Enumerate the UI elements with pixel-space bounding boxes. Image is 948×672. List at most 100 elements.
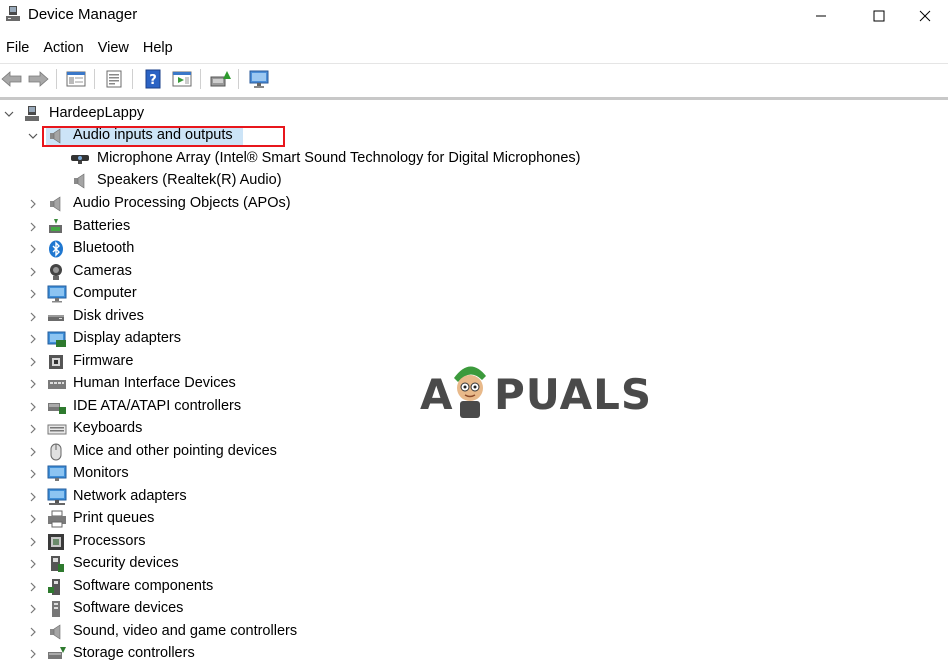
menu-bar: File Action View Help: [0, 37, 181, 61]
ide-controller-icon: [47, 398, 66, 416]
title-bar: Device Manager: [0, 0, 948, 32]
category-label: Human Interface Devices: [73, 375, 236, 391]
category-label: Computer: [73, 285, 137, 301]
tree-category[interactable]: Processors: [0, 531, 948, 553]
chevron-down-icon[interactable]: [3, 107, 15, 121]
chevron-right-icon[interactable]: [27, 377, 39, 391]
chevron-right-icon[interactable]: [27, 220, 39, 234]
tree-root[interactable]: HardeepLappy: [0, 103, 948, 125]
tree-category[interactable]: Cameras: [0, 261, 948, 283]
properties-icon[interactable]: [102, 68, 126, 90]
security-device-icon: [47, 555, 65, 573]
chevron-right-icon[interactable]: [27, 242, 39, 256]
tree-category[interactable]: Print queues: [0, 508, 948, 530]
show-hide-console-tree-icon[interactable]: [64, 68, 88, 90]
sound-controller-icon: [47, 623, 65, 641]
help-icon[interactable]: ?: [141, 68, 165, 90]
category-label: IDE ATA/ATAPI controllers: [73, 397, 242, 414]
chevron-right-icon[interactable]: [27, 355, 39, 369]
tree-category[interactable]: Disk drives: [0, 306, 948, 328]
tree-category[interactable]: Mice and other pointing devices: [0, 441, 948, 463]
tree-category[interactable]: Display adapters: [0, 328, 948, 350]
tree-category[interactable]: Storage controllers: [0, 643, 948, 665]
toolbar-separator: [200, 69, 201, 89]
category-label: Network adapters: [73, 487, 187, 504]
chevron-right-icon[interactable]: [27, 602, 39, 616]
chevron-right-icon[interactable]: [27, 625, 39, 639]
microphone-webcam-icon: [70, 150, 89, 168]
keyboard-icon: [47, 420, 67, 438]
category-label: Audio Processing Objects (APOs): [73, 195, 291, 211]
category-label: Software components: [73, 577, 214, 594]
category-label: Software devices: [73, 600, 184, 616]
chevron-right-icon[interactable]: [27, 445, 39, 459]
tree-category[interactable]: Network adapters: [0, 486, 948, 508]
chevron-right-icon[interactable]: [27, 265, 39, 279]
chevron-right-icon[interactable]: [27, 310, 39, 324]
tree-category[interactable]: Software components: [0, 576, 948, 598]
chevron-right-icon[interactable]: [27, 422, 39, 436]
chevron-right-icon[interactable]: [27, 197, 39, 211]
processor-icon: [47, 533, 65, 551]
category-label: Mice and other pointing devices: [73, 442, 277, 459]
chevron-right-icon[interactable]: [27, 490, 39, 504]
chevron-down-icon[interactable]: [27, 129, 39, 143]
tree-category[interactable]: Computer: [0, 283, 948, 305]
minimize-button[interactable]: [798, 0, 844, 32]
menu-file[interactable]: File: [0, 37, 35, 61]
device-label: Speakers (Realtek(R) Audio): [97, 172, 282, 188]
category-label: Storage controllers: [73, 645, 195, 661]
scan-hardware-icon[interactable]: [247, 68, 271, 90]
mouse-icon: [47, 443, 65, 461]
annotation-highlight-box: [42, 126, 285, 147]
category-label: Processors: [73, 532, 146, 549]
toolbar-separator: [56, 69, 57, 89]
hid-icon: [47, 375, 66, 393]
tree-category[interactable]: Bluetooth: [0, 238, 948, 260]
camera-icon: [47, 263, 65, 281]
computer-tower-icon: [23, 105, 41, 123]
chevron-right-icon[interactable]: [27, 580, 39, 594]
close-button[interactable]: [902, 0, 948, 32]
update-driver-icon[interactable]: [208, 68, 232, 90]
window-title: Device Manager: [28, 6, 138, 23]
chevron-right-icon[interactable]: [27, 287, 39, 301]
svg-text:?: ?: [149, 73, 157, 88]
device-manager-icon: [4, 5, 22, 23]
chevron-right-icon[interactable]: [27, 400, 39, 414]
battery-icon: [47, 218, 65, 236]
chevron-right-icon[interactable]: [27, 557, 39, 571]
tree-category[interactable]: Batteries: [0, 216, 948, 238]
root-label: HardeepLappy: [49, 105, 145, 121]
category-label: Display adapters: [73, 330, 181, 346]
action-pane-icon[interactable]: [170, 68, 194, 90]
tree-category[interactable]: Security devices: [0, 553, 948, 575]
category-label: Security devices: [73, 555, 179, 571]
chevron-right-icon[interactable]: [27, 647, 39, 661]
toolbar: ?: [0, 63, 948, 93]
tree-category[interactable]: Sound, video and game controllers: [0, 621, 948, 643]
maximize-button[interactable]: [856, 0, 902, 32]
category-label: Disk drives: [73, 307, 144, 324]
menu-view[interactable]: View: [92, 37, 135, 61]
category-label: Cameras: [73, 262, 132, 279]
tree-category[interactable]: Audio Processing Objects (APOs): [0, 193, 948, 215]
category-label: Print queues: [73, 510, 155, 526]
network-adapter-icon: [47, 488, 67, 506]
menu-help[interactable]: Help: [137, 37, 179, 61]
category-label: Monitors: [73, 465, 129, 481]
forward-icon[interactable]: [26, 68, 50, 90]
tree-device-speakers[interactable]: Speakers (Realtek(R) Audio): [0, 170, 948, 192]
menu-action[interactable]: Action: [37, 37, 89, 61]
tree-device-microphone-array[interactable]: Microphone Array (Intel® Smart Sound Tec…: [0, 148, 948, 170]
chevron-right-icon[interactable]: [27, 512, 39, 526]
category-label: Keyboards: [73, 420, 143, 436]
back-icon[interactable]: [0, 68, 24, 90]
display-adapter-icon: [47, 330, 66, 348]
tree-category[interactable]: Software devices: [0, 598, 948, 620]
chevron-right-icon[interactable]: [27, 535, 39, 549]
tree-category[interactable]: Monitors: [0, 463, 948, 485]
chevron-right-icon[interactable]: [27, 332, 39, 346]
chevron-right-icon[interactable]: [27, 467, 39, 481]
mascot-icon: [448, 360, 492, 425]
